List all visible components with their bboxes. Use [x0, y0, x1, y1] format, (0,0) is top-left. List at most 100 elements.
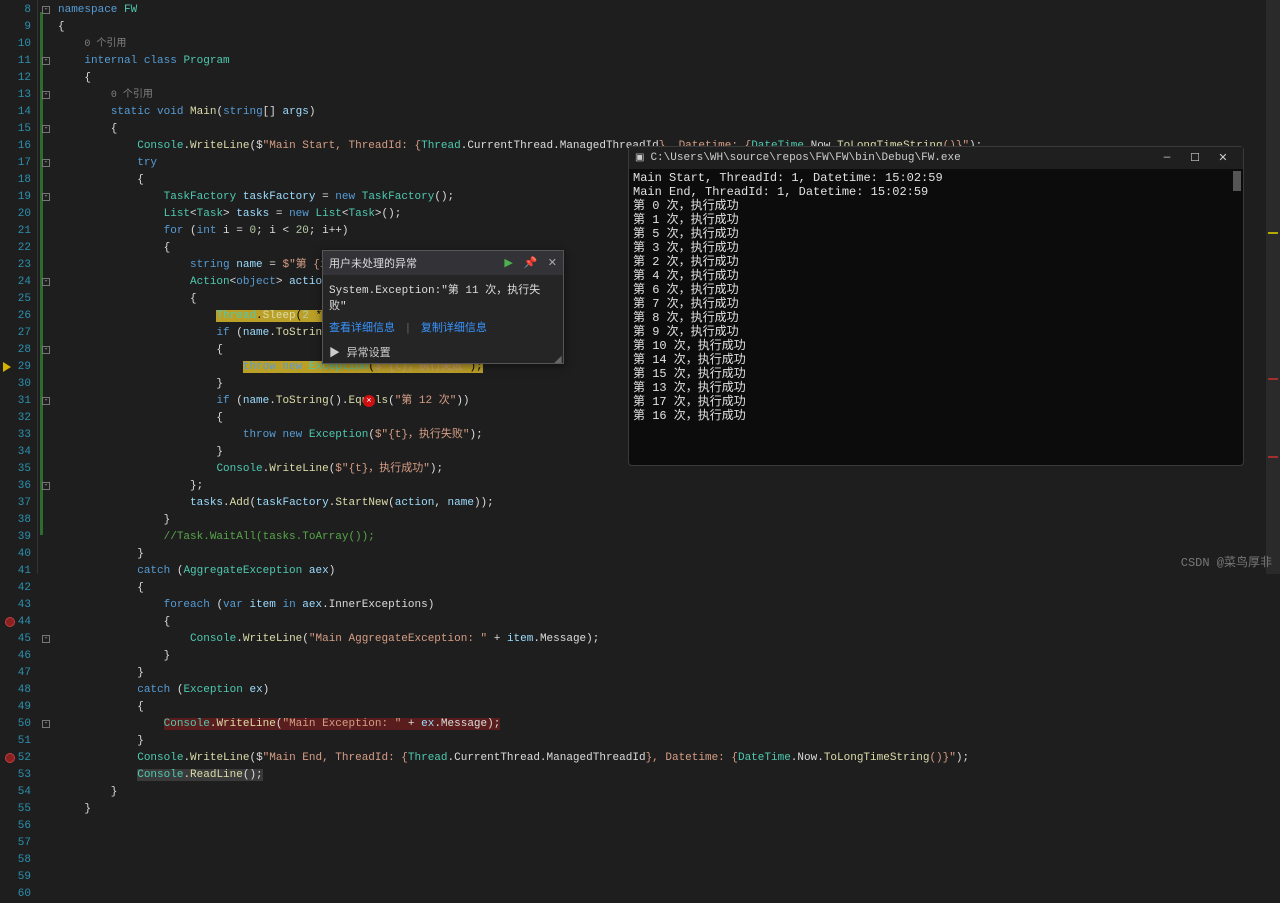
line-number[interactable]: 8 [0, 2, 37, 19]
line-number[interactable]: 58 [0, 852, 37, 869]
code-line[interactable]: } [58, 665, 1280, 682]
line-number[interactable]: 25 [0, 291, 37, 308]
breakpoint-icon[interactable] [5, 617, 15, 627]
line-number[interactable]: 47 [0, 665, 37, 682]
line-number[interactable]: 57 [0, 835, 37, 852]
code-line[interactable]: tasks.Add(taskFactory.StartNew(action, n… [58, 495, 1280, 512]
pin-icon[interactable]: 📌 [523, 258, 537, 270]
code-line[interactable]: { [58, 580, 1280, 597]
code-line[interactable]: 0 个引用 [58, 36, 1280, 53]
minimize-button[interactable]: — [1153, 152, 1181, 164]
line-number[interactable]: 20 [0, 206, 37, 223]
close-icon[interactable]: ✕ [548, 258, 557, 270]
code-line[interactable]: foreach (var item in aex.InnerExceptions… [58, 597, 1280, 614]
code-line[interactable]: }; [58, 478, 1280, 495]
code-line[interactable]: } [58, 733, 1280, 750]
line-number[interactable]: 51 [0, 733, 37, 750]
line-number[interactable]: 45 [0, 631, 37, 648]
maximize-button[interactable]: ☐ [1181, 151, 1209, 165]
line-number[interactable]: 33 [0, 427, 37, 444]
line-number[interactable]: 56 [0, 818, 37, 835]
line-number[interactable]: 9 [0, 19, 37, 36]
line-number[interactable]: 30 [0, 376, 37, 393]
line-number[interactable]: 39 [0, 529, 37, 546]
breakpoint-icon[interactable] [5, 753, 15, 763]
line-number[interactable]: 19 [0, 189, 37, 206]
line-number[interactable]: 38 [0, 512, 37, 529]
line-number[interactable]: 55 [0, 801, 37, 818]
line-number[interactable]: 18 [0, 172, 37, 189]
line-number[interactable]: 49 [0, 699, 37, 716]
line-number[interactable]: 11 [0, 53, 37, 70]
line-number[interactable]: 15 [0, 121, 37, 138]
console-scrollbar-thumb[interactable] [1233, 171, 1241, 191]
code-line[interactable]: { [58, 19, 1280, 36]
code-line[interactable]: Console.WriteLine($"Main End, ThreadId: … [58, 750, 1280, 767]
line-number[interactable]: 24 [0, 274, 37, 291]
line-number[interactable]: 60 [0, 886, 37, 903]
view-details-link[interactable]: 查看详细信息 [329, 323, 395, 335]
code-line[interactable]: { [58, 70, 1280, 87]
line-number[interactable]: 34 [0, 444, 37, 461]
code-line[interactable]: //Task.WaitAll(tasks.ToArray()); [58, 529, 1280, 546]
line-number[interactable]: 35 [0, 461, 37, 478]
code-line[interactable]: catch (AggregateException aex) [58, 563, 1280, 580]
line-number[interactable]: 41 [0, 563, 37, 580]
line-number[interactable]: 27 [0, 325, 37, 342]
line-number[interactable]: 22 [0, 240, 37, 257]
line-number[interactable]: 28 [0, 342, 37, 359]
code-line[interactable]: Console.WriteLine("Main AggregateExcepti… [58, 631, 1280, 648]
code-line[interactable]: 0 个引用 [58, 87, 1280, 104]
code-line[interactable]: internal class Program [58, 53, 1280, 70]
code-line[interactable]: static void Main(string[] args) [58, 104, 1280, 121]
code-line[interactable]: namespace FW [58, 2, 1280, 19]
line-number[interactable]: 32 [0, 410, 37, 427]
close-button[interactable]: ✕ [1209, 151, 1237, 165]
line-number[interactable]: 14 [0, 104, 37, 121]
code-line[interactable]: } [58, 784, 1280, 801]
line-number[interactable]: 53 [0, 767, 37, 784]
fold-toggle[interactable]: - [42, 720, 50, 728]
line-number-gutter[interactable]: 8910111213141516171819202122232425262728… [0, 0, 38, 574]
line-number[interactable]: 50 [0, 716, 37, 733]
console-output[interactable]: Main Start, ThreadId: 1, Datetime: 15:02… [629, 169, 1243, 465]
code-line[interactable]: { [58, 121, 1280, 138]
line-number[interactable]: 42 [0, 580, 37, 597]
scroll-mark[interactable] [1268, 456, 1278, 458]
resize-handle[interactable]: ◢ [554, 354, 562, 362]
console-titlebar[interactable]: ▣ C:\Users\WH\source\repos\FW\FW\bin\Deb… [629, 147, 1243, 169]
code-line[interactable]: } [58, 648, 1280, 665]
line-number[interactable]: 12 [0, 70, 37, 87]
line-number[interactable]: 21 [0, 223, 37, 240]
code-line[interactable]: Console.ReadLine(); [58, 767, 1280, 784]
line-number[interactable]: 48 [0, 682, 37, 699]
code-line[interactable]: catch (Exception ex) [58, 682, 1280, 699]
code-line[interactable]: { [58, 699, 1280, 716]
exception-marker-icon[interactable]: × [363, 395, 375, 407]
line-number[interactable]: 54 [0, 784, 37, 801]
line-number[interactable]: 13 [0, 87, 37, 104]
line-number[interactable]: 40 [0, 546, 37, 563]
line-number[interactable]: 26 [0, 308, 37, 325]
code-line[interactable]: } [58, 512, 1280, 529]
line-number[interactable]: 23 [0, 257, 37, 274]
line-number[interactable]: 31 [0, 393, 37, 410]
copy-details-link[interactable]: 复制详细信息 [421, 323, 487, 335]
line-number[interactable]: 10 [0, 36, 37, 53]
continue-icon[interactable]: ▶ [504, 258, 512, 270]
line-number[interactable]: 59 [0, 869, 37, 886]
line-number[interactable]: 36 [0, 478, 37, 495]
code-line[interactable]: } [58, 546, 1280, 563]
exception-popup-titlebar[interactable]: 用户未处理的异常 ▶ 📌 ✕ [323, 251, 563, 275]
line-number[interactable]: 37 [0, 495, 37, 512]
code-line[interactable]: Console.WriteLine("Main Exception: " + e… [58, 716, 1280, 733]
scroll-mark[interactable] [1268, 378, 1278, 380]
scroll-mark[interactable] [1268, 232, 1278, 234]
code-line[interactable]: } [58, 801, 1280, 818]
fold-toggle[interactable]: - [42, 635, 50, 643]
code-line[interactable]: { [58, 614, 1280, 631]
line-number[interactable]: 16 [0, 138, 37, 155]
line-number[interactable]: 43 [0, 597, 37, 614]
exception-settings-toggle[interactable]: ▶ 异常设置 [323, 341, 563, 363]
line-number[interactable]: 17 [0, 155, 37, 172]
